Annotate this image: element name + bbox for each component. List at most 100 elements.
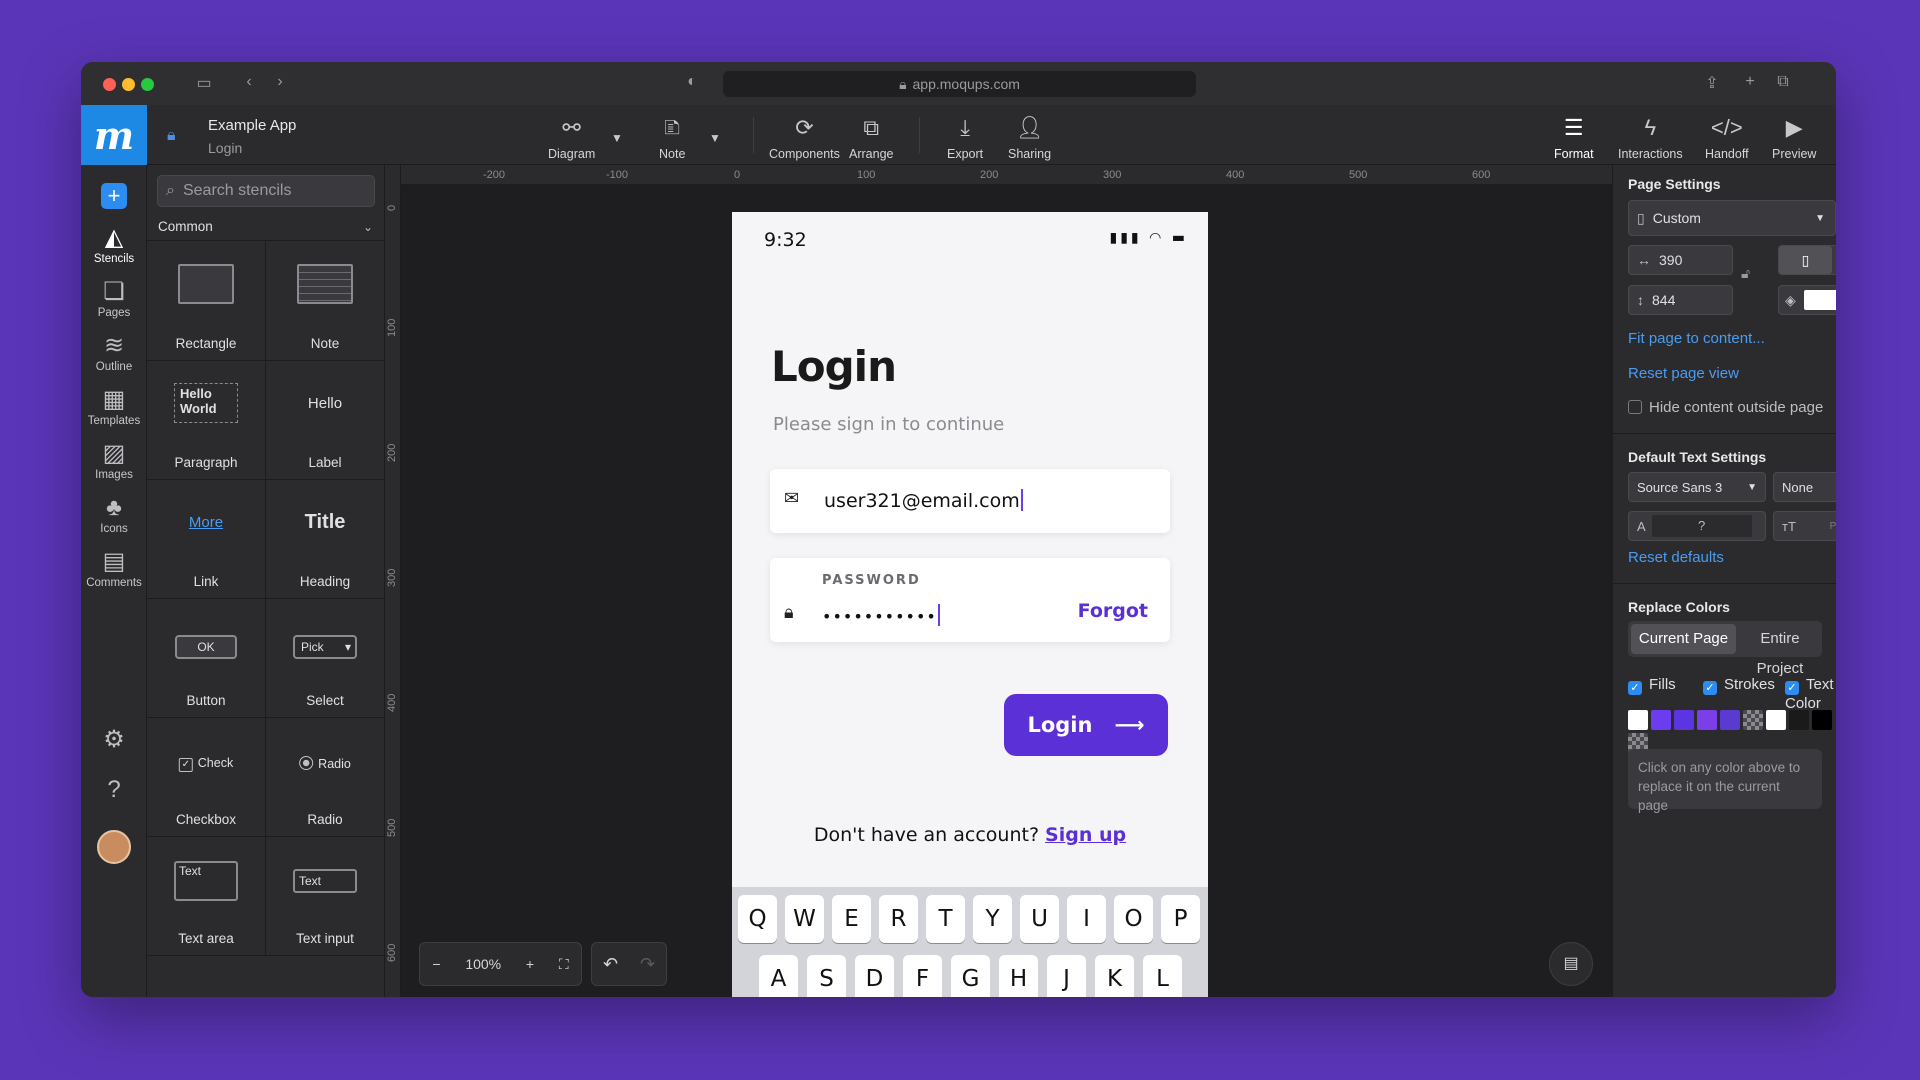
stencil-group-header[interactable]: Common ⌄ — [147, 213, 385, 241]
landscape-icon[interactable]: ▭ — [1832, 252, 1836, 269]
key[interactable]: Q — [738, 895, 777, 943]
lock-icon[interactable]: 🔒︎ — [167, 127, 176, 145]
zoom-out-button[interactable]: − — [432, 956, 440, 972]
color-swatch[interactable] — [1720, 710, 1740, 730]
stencil-link[interactable]: More Link — [147, 480, 266, 599]
text-color-checkbox[interactable]: ✓ Text Color — [1785, 676, 1836, 712]
key[interactable]: O — [1114, 895, 1153, 943]
design-canvas[interactable]: 9:32 ▮▮▮ ◠ ▬ Login Please sign in to con… — [401, 185, 1612, 997]
fills-checkbox[interactable]: ✓ Fills — [1628, 676, 1676, 695]
add-button[interactable]: + — [101, 183, 127, 209]
reset-page-view-link[interactable]: Reset page view — [1628, 365, 1739, 382]
forgot-link[interactable]: Forgot — [1078, 600, 1148, 622]
key[interactable]: W — [785, 895, 824, 943]
rail-templates[interactable]: ▦ Templates — [81, 385, 147, 427]
export-button[interactable]: ⤓ Export — [947, 115, 983, 161]
forward-icon[interactable]: › — [269, 73, 291, 91]
rail-icons[interactable]: ♣ Icons — [81, 493, 147, 535]
zoom-in-button[interactable]: + — [526, 956, 534, 972]
stencil-button[interactable]: OK Button — [147, 599, 266, 718]
rail-stencils[interactable]: ◭ Stencils — [81, 223, 147, 265]
page-size-select[interactable]: ▯ Custom ▼ — [1628, 200, 1836, 236]
color-swatch[interactable] — [1766, 710, 1786, 730]
key[interactable]: A — [759, 955, 798, 997]
key[interactable]: R — [879, 895, 918, 943]
font-family-select[interactable]: Source Sans 3 ▼ — [1628, 472, 1766, 502]
portrait-icon[interactable]: ▯ — [1779, 246, 1832, 274]
diagram-button[interactable]: ⚯ Diagram — [548, 115, 595, 161]
sharing-button[interactable]: 👤︎ Sharing — [1008, 115, 1051, 161]
tab-current-page[interactable]: Current Page — [1631, 624, 1736, 654]
key[interactable]: J — [1047, 955, 1086, 997]
width-input[interactable]: ↔ 390 — [1628, 245, 1733, 275]
hide-outside-checkbox[interactable]: Hide content outside page — [1628, 399, 1823, 416]
fit-screen-icon[interactable]: ⛶ — [559, 956, 569, 973]
key[interactable]: P — [1161, 895, 1200, 943]
tab-entire-project[interactable]: Entire Project — [1738, 624, 1822, 677]
key[interactable]: G — [951, 955, 990, 997]
stencil-heading[interactable]: Title Heading — [266, 480, 385, 599]
key[interactable]: S — [807, 955, 846, 997]
close-window-button[interactable] — [103, 78, 116, 91]
key[interactable]: I — [1067, 895, 1106, 943]
color-swatch[interactable] — [1697, 710, 1717, 730]
preview-button[interactable]: ▶ Preview — [1772, 115, 1816, 161]
color-swatch[interactable] — [1628, 710, 1648, 730]
font-style-select[interactable]: None ▼ — [1773, 472, 1836, 502]
share-icon[interactable]: ⇪ — [1701, 73, 1723, 93]
height-input[interactable]: ↕ 844 — [1628, 285, 1733, 315]
rail-outline[interactable]: ≋ Outline — [81, 331, 147, 373]
page-name[interactable]: Login — [208, 140, 242, 156]
color-swatch[interactable] — [1743, 710, 1763, 730]
stencil-paragraph[interactable]: Hello World Paragraph — [147, 361, 266, 480]
avatar[interactable] — [97, 830, 131, 864]
key[interactable]: K — [1095, 955, 1134, 997]
diagram-dropdown-icon[interactable]: ▼ — [611, 131, 623, 145]
stencil-text-area[interactable]: Text Text area — [147, 837, 266, 956]
chat-button[interactable]: ▤ — [1549, 942, 1593, 986]
key[interactable]: D — [855, 955, 894, 997]
address-bar[interactable]: 🔒︎ app.moqups.com — [723, 71, 1196, 97]
undo-icon[interactable]: ↶ — [603, 954, 618, 975]
key[interactable]: H — [999, 955, 1038, 997]
maximize-window-button[interactable] — [141, 78, 154, 91]
stencil-radio[interactable]: Radio Radio — [266, 718, 385, 837]
shield-icon[interactable]: ◐ — [681, 73, 703, 91]
arrange-button[interactable]: ⧉ Arrange — [849, 115, 893, 161]
page-fill-color[interactable]: ◈ — [1778, 285, 1836, 315]
note-dropdown-icon[interactable]: ▼ — [709, 131, 721, 145]
password-field[interactable]: PASSWORD 🔒︎ ••••••••••• Forgot — [770, 558, 1170, 642]
key[interactable]: E — [832, 895, 871, 943]
color-swatch[interactable] — [1789, 710, 1809, 730]
reset-defaults-link[interactable]: Reset defaults — [1628, 549, 1724, 566]
project-title[interactable]: Example App — [208, 117, 296, 134]
phone-artboard[interactable]: 9:32 ▮▮▮ ◠ ▬ Login Please sign in to con… — [732, 212, 1208, 997]
lock-ratio-icon[interactable]: 🔓︎ — [1741, 265, 1750, 282]
zoom-level[interactable]: 100% — [465, 956, 501, 972]
help-button[interactable]: ? — [81, 775, 147, 805]
email-field[interactable]: ✉ user321@email.com — [770, 469, 1170, 533]
key[interactable]: T — [926, 895, 965, 943]
rail-images[interactable]: ▨ Images — [81, 439, 147, 481]
fit-page-link[interactable]: Fit page to content... — [1628, 330, 1765, 347]
strokes-checkbox[interactable]: ✓ Strokes — [1703, 676, 1775, 695]
tabs-overview-icon[interactable]: ⧉ — [1772, 73, 1794, 91]
stencil-select[interactable]: Pick ▾ Select — [266, 599, 385, 718]
key[interactable]: L — [1143, 955, 1182, 997]
stencil-rectangle[interactable]: Rectangle — [147, 242, 266, 361]
search-input[interactable]: ⌕ Search stencils — [157, 175, 375, 207]
redo-icon[interactable]: ↷ — [640, 954, 655, 975]
stencil-text-input[interactable]: Text Text input — [266, 837, 385, 956]
stencil-checkbox[interactable]: ✓ Check Checkbox — [147, 718, 266, 837]
interactions-button[interactable]: ϟ Interactions — [1618, 115, 1683, 161]
text-color-field[interactable]: A ? — [1628, 511, 1766, 541]
handoff-button[interactable]: </> Handoff — [1705, 115, 1749, 161]
stencil-label[interactable]: Hello Label — [266, 361, 385, 480]
note-button[interactable]: 🗈︎ Note — [659, 115, 685, 161]
rail-comments[interactable]: ▤ Comments — [81, 547, 147, 589]
moqups-logo[interactable]: m — [81, 105, 147, 165]
new-tab-icon[interactable]: + — [1739, 73, 1761, 91]
minimize-window-button[interactable] — [122, 78, 135, 91]
color-swatch[interactable] — [1651, 710, 1671, 730]
signup-link[interactable]: Sign up — [1045, 824, 1126, 846]
